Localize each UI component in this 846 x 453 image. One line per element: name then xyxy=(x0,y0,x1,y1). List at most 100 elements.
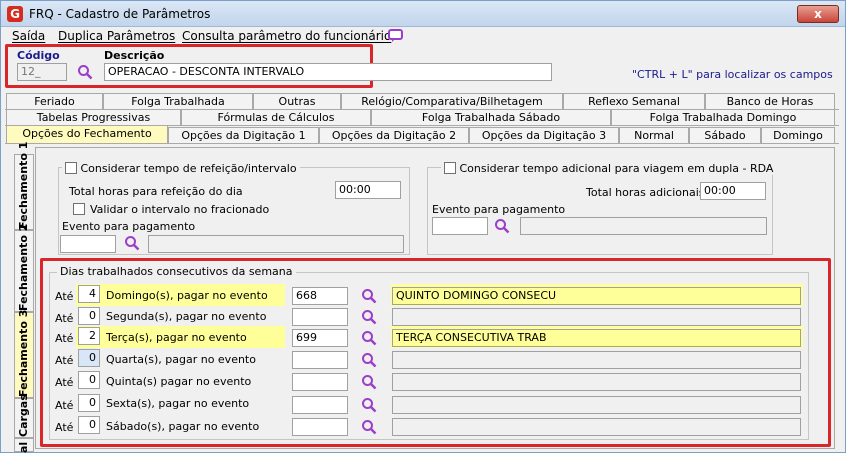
refeicao-total-label: Total horas para refeição do dia xyxy=(69,185,243,198)
event-input[interactable] xyxy=(292,396,348,414)
event-desc: TERÇA CONSECUTIVA TRAB xyxy=(392,329,801,347)
ate-label: Até xyxy=(55,376,74,389)
refeicao-group-title: Considerar tempo de refeição/intervalo xyxy=(62,160,300,175)
event-desc: QUINTO DOMINGO CONSECU xyxy=(392,287,801,305)
search-icon[interactable] xyxy=(361,397,377,413)
count-input[interactable]: 0 xyxy=(78,394,100,412)
ate-label: Até xyxy=(55,354,74,367)
side-tab-cargas[interactable]: Cargas xyxy=(14,394,34,438)
tab-relogio[interactable]: Relógio/Comparativa/Bilhetagem xyxy=(341,93,563,109)
main-window: G FRQ - Cadastro de Parâmetros x Saída D… xyxy=(0,0,846,453)
search-icon[interactable] xyxy=(494,218,510,234)
day-label: Quarta(s), pagar no evento xyxy=(106,353,256,366)
count-input[interactable]: 0 xyxy=(78,307,100,325)
validar-checkbox[interactable] xyxy=(73,203,85,215)
descricao-input[interactable]: OPERACAO - DESCONTA INTERVALO xyxy=(104,63,552,81)
rda-evento-label: Evento para pagamento xyxy=(432,203,566,216)
count-input[interactable]: 0 xyxy=(78,349,100,367)
ate-label: Até xyxy=(55,421,74,434)
tab-separator xyxy=(5,143,839,144)
chat-icon[interactable] xyxy=(388,29,404,43)
refeicao-check-label: Considerar tempo de refeição/intervalo xyxy=(80,162,297,175)
side-tab-label: Fechamento 3 xyxy=(17,309,30,397)
tab-folga-trabalhada[interactable]: Folga Trabalhada xyxy=(103,93,253,109)
event-input[interactable] xyxy=(292,418,348,436)
side-tab-label: Fechamento 1 xyxy=(17,141,30,229)
tab-opcoes-fechamento[interactable]: Opções do Fechamento xyxy=(6,125,168,143)
side-tab-label: Fechamento 2 xyxy=(17,223,30,311)
event-input[interactable] xyxy=(292,373,348,391)
event-desc xyxy=(392,351,801,369)
app-logo-icon: G xyxy=(7,6,23,22)
event-desc xyxy=(392,418,801,436)
search-icon[interactable] xyxy=(361,374,377,390)
tab-folga-sabado[interactable]: Folga Trabalhada Sábado xyxy=(371,109,611,125)
tab-normal[interactable]: Normal xyxy=(619,127,689,143)
menu-bar: Saída Duplica Parâmetros Consulta parâme… xyxy=(1,27,845,45)
menu-consulta-parametro[interactable]: Consulta parâmetro do funcionário xyxy=(182,29,391,43)
count-input[interactable]: 4 xyxy=(78,285,100,303)
menu-saida[interactable]: Saída xyxy=(12,29,45,43)
search-icon[interactable] xyxy=(77,64,93,80)
search-icon[interactable] xyxy=(361,330,377,346)
tab-folga-domingo[interactable]: Folga Trabalhada Domingo xyxy=(611,109,835,125)
dias-group-title: Dias trabalhados consecutivos da semana xyxy=(57,265,296,278)
count-input[interactable]: 2 xyxy=(78,327,100,345)
event-desc xyxy=(392,373,801,391)
menu-duplica-parametros[interactable]: Duplica Parâmetros xyxy=(58,29,175,43)
ate-label: Até xyxy=(55,290,74,303)
search-icon[interactable] xyxy=(361,352,377,368)
event-input[interactable] xyxy=(292,351,348,369)
tab-opcoes-digitacao-3[interactable]: Opções da Digitação 3 xyxy=(469,127,619,143)
search-icon[interactable] xyxy=(124,235,140,251)
side-tab-fechamento-1[interactable]: Fechamento 1 xyxy=(14,142,34,230)
side-tab-label: al xyxy=(17,441,30,453)
tab-formulas-calculos[interactable]: Fórmulas de Cálculos xyxy=(181,109,371,125)
day-label: Quinta(s) pagar no evento xyxy=(106,375,252,388)
refeicao-total-input[interactable]: 00:00 xyxy=(335,181,401,199)
event-input[interactable]: 699 xyxy=(292,329,348,347)
refeicao-evento-desc xyxy=(148,235,404,253)
rda-evento-input[interactable] xyxy=(432,217,488,235)
ate-label: Até xyxy=(55,399,74,412)
tab-outras[interactable]: Outras xyxy=(253,93,341,109)
count-input[interactable]: 0 xyxy=(78,416,100,434)
rda-total-label: Total horas adicionais xyxy=(586,186,705,199)
tab-domingo[interactable]: Domingo xyxy=(761,127,835,143)
tab-reflexo-semanal[interactable]: Reflexo Semanal xyxy=(563,93,705,109)
side-tab-more[interactable]: al xyxy=(14,438,34,453)
search-icon[interactable] xyxy=(361,309,377,325)
rda-checkbox[interactable] xyxy=(444,162,456,174)
rda-total-input[interactable]: 00:00 xyxy=(700,182,766,200)
close-button[interactable]: x xyxy=(797,5,839,23)
refeicao-evento-label: Evento para pagamento xyxy=(62,220,196,233)
side-tab-label: Cargas xyxy=(17,394,30,437)
day-label: Domingo(s), pagar no evento xyxy=(106,289,268,302)
day-label: Terça(s), pagar no evento xyxy=(106,331,247,344)
ate-label: Até xyxy=(55,332,74,345)
tab-opcoes-digitacao-1[interactable]: Opções da Digitação 1 xyxy=(168,127,319,143)
side-tab-fechamento-2[interactable]: Fechamento 2 xyxy=(14,224,34,312)
event-desc xyxy=(392,308,801,326)
search-icon[interactable] xyxy=(361,288,377,304)
count-input[interactable]: 0 xyxy=(78,371,100,389)
validar-label: Validar o intervalo no fracionado xyxy=(90,203,270,216)
event-input[interactable] xyxy=(292,308,348,326)
rda-evento-desc xyxy=(520,217,767,235)
event-desc xyxy=(392,396,801,414)
tab-sabado[interactable]: Sábado xyxy=(689,127,761,143)
refeicao-evento-input[interactable] xyxy=(60,235,116,253)
tab-tabelas-progressivas[interactable]: Tabelas Progressivas xyxy=(6,109,181,125)
search-icon[interactable] xyxy=(361,419,377,435)
tab-opcoes-digitacao-2[interactable]: Opções da Digitação 2 xyxy=(319,127,469,143)
day-label: Segunda(s), pagar no evento xyxy=(106,310,267,323)
event-input[interactable]: 668 xyxy=(292,287,348,305)
title-bar: G FRQ - Cadastro de Parâmetros x xyxy=(1,1,845,27)
side-tab-fechamento-3[interactable]: Fechamento 3 xyxy=(14,309,34,398)
tab-banco-de-horas[interactable]: Banco de Horas xyxy=(705,93,835,109)
rda-group-title: Considerar tempo adicional para viagem e… xyxy=(441,160,777,175)
refeicao-checkbox[interactable] xyxy=(65,162,77,174)
codigo-input[interactable]: 12_ xyxy=(17,63,67,81)
tab-feriado[interactable]: Feriado xyxy=(6,93,103,109)
rda-check-label: Considerar tempo adicional para viagem e… xyxy=(459,162,774,175)
